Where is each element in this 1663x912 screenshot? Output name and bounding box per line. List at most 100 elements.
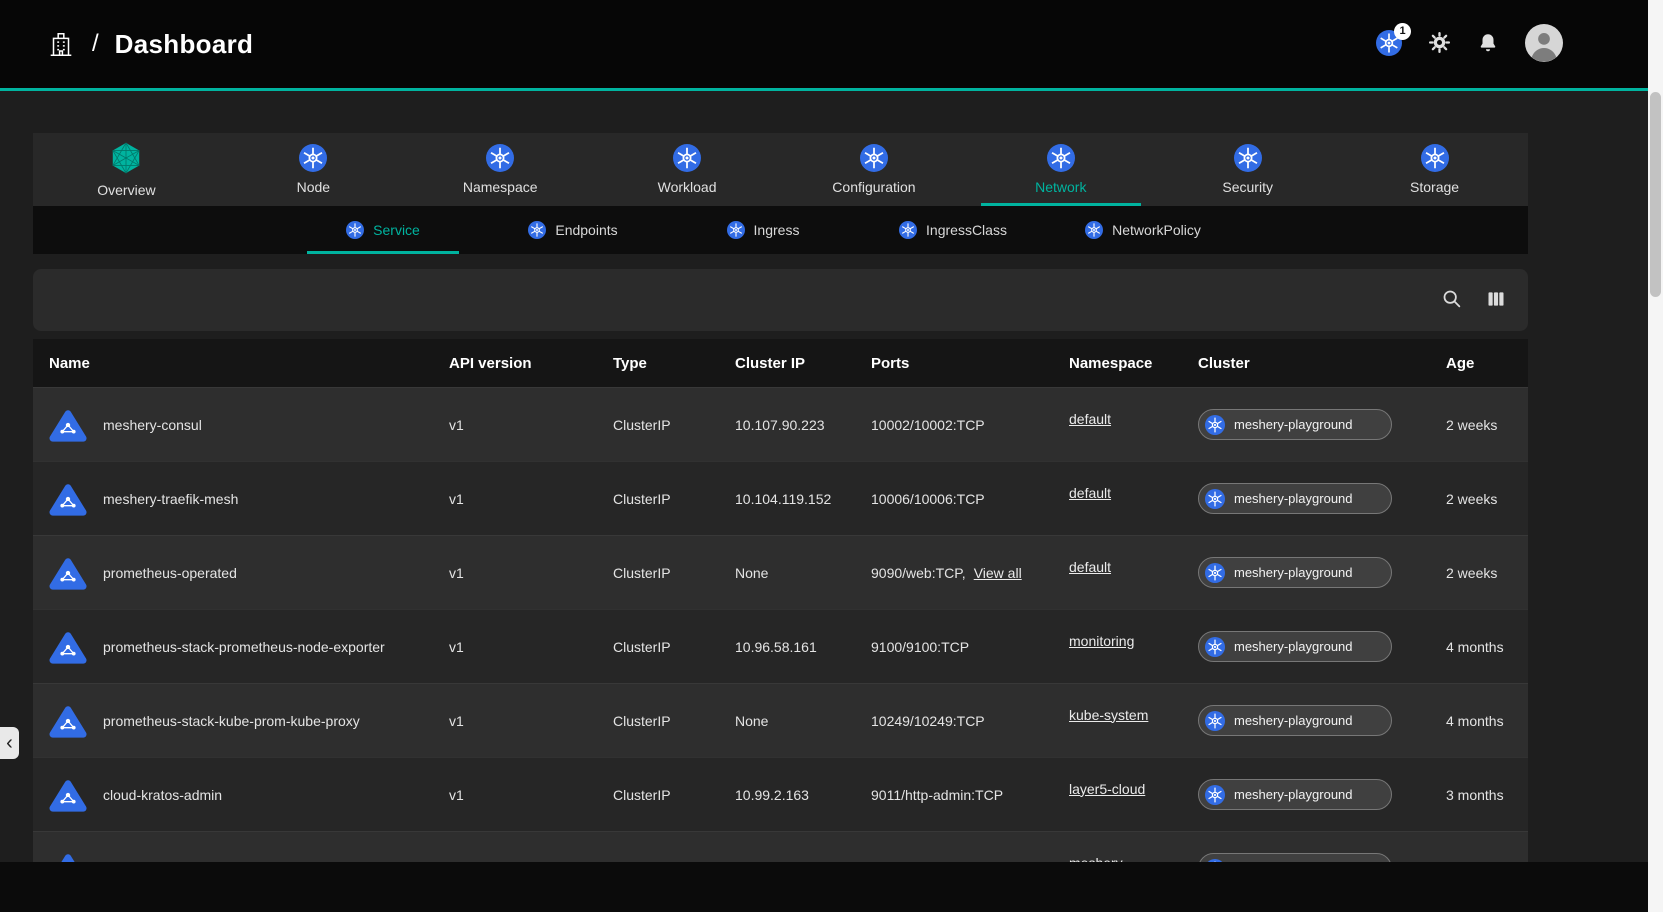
service-name-cell: meshery-consul: [33, 406, 433, 444]
age-cell: 2 weeks: [1430, 417, 1528, 433]
cluster-chip[interactable]: meshery-playground: [1198, 779, 1392, 810]
kubernetes-icon: [1085, 221, 1103, 239]
service-icon: [49, 406, 87, 444]
tab-storage[interactable]: Storage: [1341, 133, 1528, 206]
kubernetes-icon: [899, 221, 917, 239]
resource-tabs: OverviewNodeNamespaceWorkloadConfigurati…: [33, 133, 1528, 206]
kubernetes-icon: [727, 221, 745, 239]
subtab-label: Service: [373, 222, 420, 238]
column-header-type[interactable]: Type: [597, 355, 719, 372]
kubernetes-icon: [1047, 144, 1075, 172]
page-title: Dashboard: [115, 29, 254, 60]
subtab-ingress[interactable]: Ingress: [668, 206, 858, 254]
age-cell: 4 months: [1430, 713, 1528, 729]
kubernetes-icon: [1234, 144, 1262, 172]
namespace-link[interactable]: default: [1069, 411, 1111, 427]
subtab-endpoints[interactable]: Endpoints: [478, 206, 668, 254]
breadcrumb-separator: /: [92, 30, 99, 58]
namespace-link[interactable]: default: [1069, 485, 1111, 501]
table-row[interactable]: meshery-consulv1ClusterIP10.107.90.22310…: [33, 387, 1528, 461]
tab-node[interactable]: Node: [220, 133, 407, 206]
notifications-button[interactable]: [1477, 32, 1499, 57]
cluster-chip[interactable]: meshery-playground: [1198, 409, 1392, 440]
namespace-link[interactable]: monitoring: [1069, 633, 1134, 649]
column-header-cluster-ip[interactable]: Cluster IP: [719, 355, 855, 372]
cluster-name: meshery-playground: [1234, 491, 1353, 506]
column-header-age[interactable]: Age: [1430, 355, 1528, 372]
table-row[interactable]: cloud-kratos-adminv1ClusterIP10.99.2.163…: [33, 757, 1528, 831]
api-version-cell: v1: [433, 491, 597, 507]
kubernetes-icon: [673, 144, 701, 172]
view-all-ports-link[interactable]: View all: [974, 565, 1022, 581]
subtab-label: NetworkPolicy: [1112, 222, 1201, 238]
table-row[interactable]: meshery meshery-playground: [33, 831, 1528, 862]
cluster-chip[interactable]: meshery-playground: [1198, 631, 1392, 662]
search-icon: [1441, 288, 1462, 312]
view-columns-button[interactable]: [1486, 289, 1506, 312]
api-version-cell: v1: [433, 713, 597, 729]
service-icon: [49, 850, 87, 863]
namespace-cell: meshery: [1053, 855, 1182, 863]
table-row[interactable]: meshery-traefik-meshv1ClusterIP10.104.11…: [33, 461, 1528, 535]
chevron-left-icon: ‹: [6, 732, 13, 755]
service-name: prometheus-stack-kube-prom-kube-proxy: [103, 713, 360, 729]
age-cell: 3 months: [1430, 787, 1528, 803]
service-icon: [49, 702, 87, 740]
namespace-link[interactable]: layer5-cloud: [1069, 781, 1145, 797]
cluster-chip[interactable]: meshery-playground: [1198, 705, 1392, 736]
scrollbar-thumb[interactable]: [1650, 92, 1661, 297]
subtab-service[interactable]: Service: [288, 206, 478, 254]
tab-security[interactable]: Security: [1154, 133, 1341, 206]
namespace-link[interactable]: kube-system: [1069, 707, 1148, 723]
tab-configuration[interactable]: Configuration: [781, 133, 968, 206]
cluster-chip[interactable]: meshery-playground: [1198, 853, 1392, 862]
cluster-name: meshery-playground: [1234, 565, 1353, 580]
subtab-ingressclass[interactable]: IngressClass: [858, 206, 1048, 254]
table-row[interactable]: prometheus-stack-kube-prom-kube-proxyv1C…: [33, 683, 1528, 757]
namespace-cell: default: [1053, 411, 1182, 427]
search-button[interactable]: [1441, 288, 1462, 312]
user-menu-button[interactable]: [1525, 24, 1563, 65]
cluster-cell: meshery-playground: [1182, 853, 1430, 862]
kubernetes-context-button[interactable]: 1: [1376, 30, 1402, 59]
dashboard-main: OverviewNodeNamespaceWorkloadConfigurati…: [33, 133, 1528, 862]
subtab-networkpolicy[interactable]: NetworkPolicy: [1048, 206, 1238, 254]
kubernetes-icon: [860, 144, 888, 172]
type-cell: ClusterIP: [597, 491, 719, 507]
column-header-namespace[interactable]: Namespace: [1053, 355, 1182, 372]
tab-namespace[interactable]: Namespace: [407, 133, 594, 206]
column-header-api-version[interactable]: API version: [433, 355, 597, 372]
namespace-cell: kube-system: [1053, 707, 1182, 723]
service-name: cloud-kratos-admin: [103, 787, 222, 803]
kubernetes-icon: [1205, 785, 1225, 805]
kubernetes-icon: [1421, 144, 1449, 172]
service-name-cell: prometheus-operated: [33, 554, 433, 592]
ports-value: 9100/9100:TCP: [871, 639, 969, 655]
tab-label: Storage: [1410, 179, 1459, 195]
table-row[interactable]: prometheus-operatedv1ClusterIPNone9090/w…: [33, 535, 1528, 609]
service-name-cell: cloud-kratos-admin: [33, 776, 433, 814]
column-header-cluster[interactable]: Cluster: [1182, 355, 1430, 372]
cluster-chip[interactable]: meshery-playground: [1198, 557, 1392, 588]
context-count-badge: 1: [1394, 23, 1411, 40]
type-cell: ClusterIP: [597, 787, 719, 803]
kubernetes-icon: [1205, 711, 1225, 731]
tab-workload[interactable]: Workload: [594, 133, 781, 206]
tab-overview[interactable]: Overview: [33, 133, 220, 206]
tab-network[interactable]: Network: [967, 133, 1154, 206]
page-scrollbar[interactable]: [1648, 0, 1663, 912]
namespace-link[interactable]: meshery: [1069, 855, 1123, 863]
service-icon: [49, 776, 87, 814]
column-header-name[interactable]: Name: [33, 355, 433, 372]
ports-cell: 9011/http-admin:TCP: [855, 787, 1053, 803]
column-header-ports[interactable]: Ports: [855, 355, 1053, 372]
cluster-ip-cell: 10.107.90.223: [719, 417, 855, 433]
namespace-link[interactable]: default: [1069, 559, 1111, 575]
cluster-chip[interactable]: meshery-playground: [1198, 483, 1392, 514]
table-row[interactable]: prometheus-stack-prometheus-node-exporte…: [33, 609, 1528, 683]
settings-button[interactable]: [1428, 31, 1451, 57]
drawer-collapse-toggle[interactable]: ‹: [0, 727, 19, 759]
service-name-cell: meshery-traefik-mesh: [33, 480, 433, 518]
page-bottom-strip: [0, 862, 1648, 912]
cluster-cell: meshery-playground: [1182, 483, 1430, 514]
